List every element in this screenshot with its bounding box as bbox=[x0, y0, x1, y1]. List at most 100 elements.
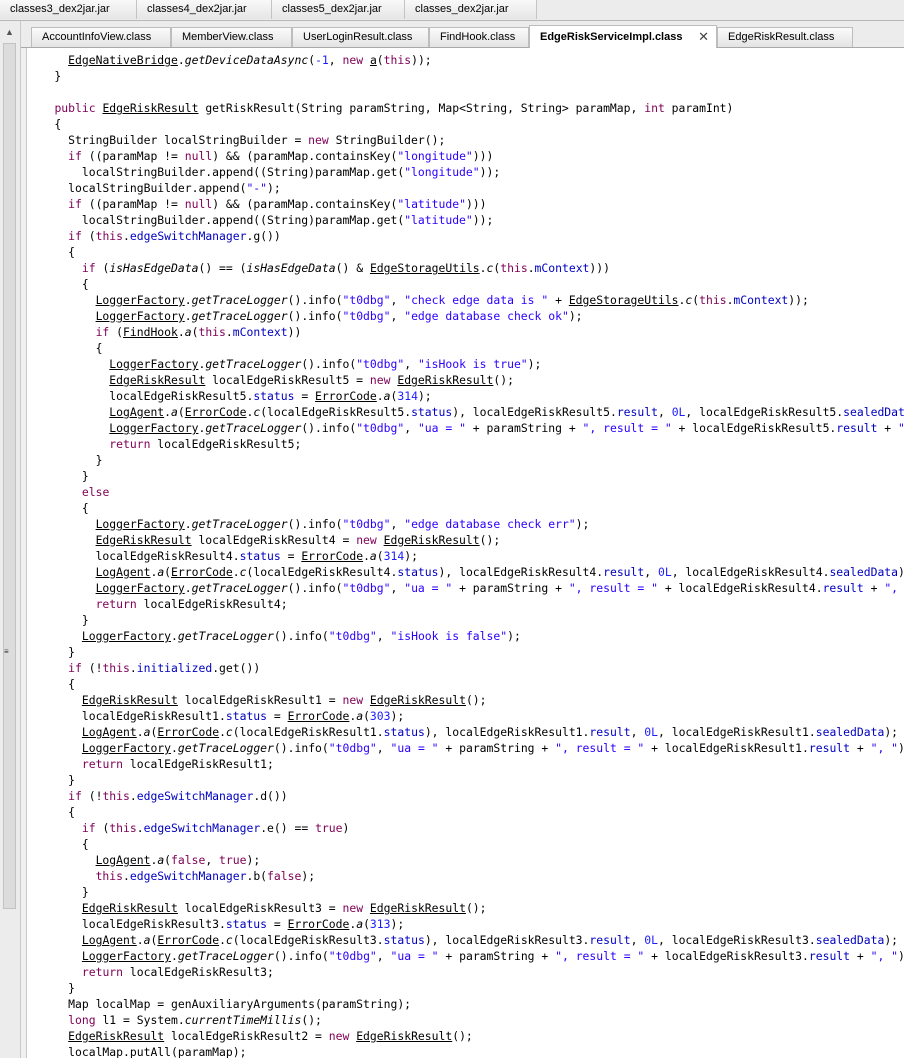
code-line: LoggerFactory.getTraceLogger().info("t0d… bbox=[27, 420, 904, 436]
code-token-type-link[interactable]: LoggerFactory bbox=[109, 421, 198, 435]
code-token-type-link[interactable]: ErrorCode bbox=[171, 565, 233, 579]
jar-tab-classes[interactable]: classes_dex2jar.jar bbox=[405, 0, 537, 19]
code-token-type-link[interactable]: LoggerFactory bbox=[82, 629, 171, 643]
code-token-type-link[interactable]: ErrorCode bbox=[185, 405, 247, 419]
code-line: localStringBuilder.append((String)paramM… bbox=[27, 213, 494, 227]
code-token-type-link[interactable]: EdgeRiskResult bbox=[384, 533, 480, 547]
code-line: if (!this.initialized.get()) bbox=[68, 661, 261, 675]
code-token-type-link[interactable]: LogAgent bbox=[109, 405, 164, 419]
code-token-type-link[interactable]: LoggerFactory bbox=[109, 357, 198, 371]
tab-edgeriskserviceimpl[interactable]: EdgeRiskServiceImpl.class ✕ bbox=[529, 25, 717, 48]
code-token-number: 0L bbox=[644, 725, 658, 739]
tab-memberview[interactable]: MemberView.class bbox=[171, 27, 292, 47]
tab-userloginresult[interactable]: UserLoginResult.class bbox=[292, 27, 429, 47]
code-token-type-link[interactable]: EdgeStorageUtils bbox=[569, 293, 679, 307]
code-line: EdgeRiskResult localEdgeRiskResult2 = ne… bbox=[68, 1029, 473, 1043]
code-line: LoggerFactory.getTraceLogger().info("t0d… bbox=[95, 517, 590, 531]
grip-icon[interactable]: ≡ bbox=[4, 648, 9, 656]
code-line: { bbox=[27, 341, 103, 355]
code-line: if (isHasEdgeData() == (isHasEdgeData() … bbox=[81, 261, 610, 275]
code-token-method: a bbox=[356, 917, 364, 931]
code-token-field: result bbox=[808, 741, 851, 755]
code-token-type-link[interactable]: ErrorCode bbox=[315, 389, 377, 403]
code-token-type-link[interactable]: LoggerFactory bbox=[96, 309, 185, 323]
code-token-type-link[interactable]: EdgeRiskResult bbox=[109, 373, 205, 387]
collapse-arrow-icon[interactable]: ▲ bbox=[5, 27, 14, 37]
code-line: else bbox=[27, 484, 904, 500]
code-token-type-link[interactable]: EdgeRiskResult bbox=[370, 693, 466, 707]
code-token-keyword: true bbox=[219, 853, 247, 867]
code-token-type-link[interactable]: LogAgent bbox=[82, 933, 137, 947]
code-line: { bbox=[27, 277, 89, 291]
code-token-keyword: this bbox=[198, 325, 226, 339]
code-token-type-link[interactable]: LogAgent bbox=[82, 725, 137, 739]
code-line: } bbox=[27, 645, 76, 659]
code-token-keyword: public bbox=[54, 101, 96, 115]
code-token-type-link[interactable]: EdgeRiskResult bbox=[102, 101, 198, 115]
code-token-method: c bbox=[239, 565, 247, 579]
code-token-field: result bbox=[808, 949, 851, 963]
code-token-type-link[interactable]: EdgeRiskResult bbox=[82, 693, 178, 707]
code-token-keyword: this bbox=[95, 229, 124, 243]
code-token-keyword: if bbox=[68, 789, 82, 803]
code-token-type-link[interactable]: LoggerFactory bbox=[96, 581, 185, 595]
code-token-type-link[interactable]: EdgeRiskResult bbox=[68, 1029, 164, 1043]
code-token-type-link[interactable]: LoggerFactory bbox=[96, 517, 185, 531]
code-token-field: mContext bbox=[232, 325, 288, 339]
code-token-type-link[interactable]: EdgeRiskResult bbox=[397, 373, 493, 387]
code-token-string: "t0dbg" bbox=[342, 293, 391, 307]
code-token-type-link[interactable]: ErrorCode bbox=[288, 917, 350, 931]
code-line: EdgeRiskResult localEdgeRiskResult5 = ne… bbox=[109, 373, 514, 387]
code-line: localStringBuilder.append("-"); bbox=[27, 181, 281, 195]
code-token-type-link[interactable]: ErrorCode bbox=[301, 549, 363, 563]
code-token-keyword: this bbox=[102, 789, 130, 803]
code-token-type-link[interactable]: LoggerFactory bbox=[82, 949, 171, 963]
code-token-type-link[interactable]: a bbox=[370, 53, 377, 67]
jar-tab-classes3[interactable]: classes3_dex2jar.jar bbox=[0, 0, 137, 19]
jar-tab-classes4[interactable]: classes4_dex2jar.jar bbox=[137, 0, 272, 19]
code-token-type-link[interactable]: LogAgent bbox=[96, 853, 151, 867]
code-token-type-link[interactable]: EdgeNativeBridge bbox=[68, 53, 178, 67]
tab-edgeriskresult[interactable]: EdgeRiskResult.class bbox=[717, 27, 853, 47]
code-token-type-link[interactable]: EdgeRiskResult bbox=[96, 533, 192, 547]
code-token-keyword: false bbox=[267, 869, 302, 883]
code-token-type-link[interactable]: LogAgent bbox=[96, 565, 151, 579]
code-editor[interactable]: EdgeNativeBridge.getDeviceDataAsync(-1, … bbox=[26, 48, 904, 1058]
code-token-field: status bbox=[239, 549, 281, 563]
code-token-type-link[interactable]: ErrorCode bbox=[157, 933, 219, 947]
code-line: } bbox=[27, 885, 89, 899]
code-line: if (this.edgeSwitchManager.e() == true) bbox=[81, 821, 350, 835]
code-line: { bbox=[27, 245, 76, 259]
code-token-string: "isHook is false" bbox=[390, 629, 508, 643]
code-token-keyword: this bbox=[500, 261, 528, 275]
code-token-string: "check edge data is " bbox=[404, 293, 549, 307]
code-token-keyword: return bbox=[81, 757, 124, 771]
code-token-string: ", " bbox=[870, 741, 899, 755]
code-token-keyword: return bbox=[109, 437, 151, 451]
code-token-field: result bbox=[603, 565, 645, 579]
code-token-string: ", result = " bbox=[582, 421, 672, 435]
code-token-type-link[interactable]: EdgeStorageUtils bbox=[370, 261, 480, 275]
code-token-number: 0L bbox=[657, 565, 672, 579]
code-token-type-link[interactable]: ErrorCode bbox=[157, 725, 219, 739]
tab-findhook[interactable]: FindHook.class bbox=[429, 27, 529, 47]
code-token-type-link[interactable]: FindHook bbox=[123, 325, 178, 339]
code-token-type-link[interactable]: EdgeRiskResult bbox=[82, 901, 178, 915]
tab-accountinfoview[interactable]: AccountInfoView.class bbox=[31, 27, 171, 47]
code-token-method: getTraceLogger bbox=[177, 629, 274, 643]
code-token-type-link[interactable]: LoggerFactory bbox=[96, 293, 185, 307]
code-token-type-link[interactable]: EdgeRiskResult bbox=[370, 901, 466, 915]
code-token-type-link[interactable]: ErrorCode bbox=[288, 709, 350, 723]
code-token-method: a bbox=[369, 549, 377, 563]
code-token-type-link[interactable]: EdgeRiskResult bbox=[356, 1029, 452, 1043]
code-token-number: 314 bbox=[383, 549, 405, 563]
code-token-type-link[interactable]: LoggerFactory bbox=[82, 741, 171, 755]
jar-tab-classes5[interactable]: classes5_dex2jar.jar bbox=[272, 0, 405, 19]
code-token-field: result bbox=[616, 405, 658, 419]
code-line: Map localMap = genAuxiliaryArguments(par… bbox=[27, 997, 412, 1011]
code-line: EdgeRiskResult localEdgeRiskResult1 = ne… bbox=[81, 693, 487, 707]
rail-scrollbar[interactable]: ≡ bbox=[3, 43, 16, 909]
code-token-string: "t0dbg" bbox=[328, 741, 377, 755]
close-icon[interactable]: ✕ bbox=[698, 26, 709, 48]
